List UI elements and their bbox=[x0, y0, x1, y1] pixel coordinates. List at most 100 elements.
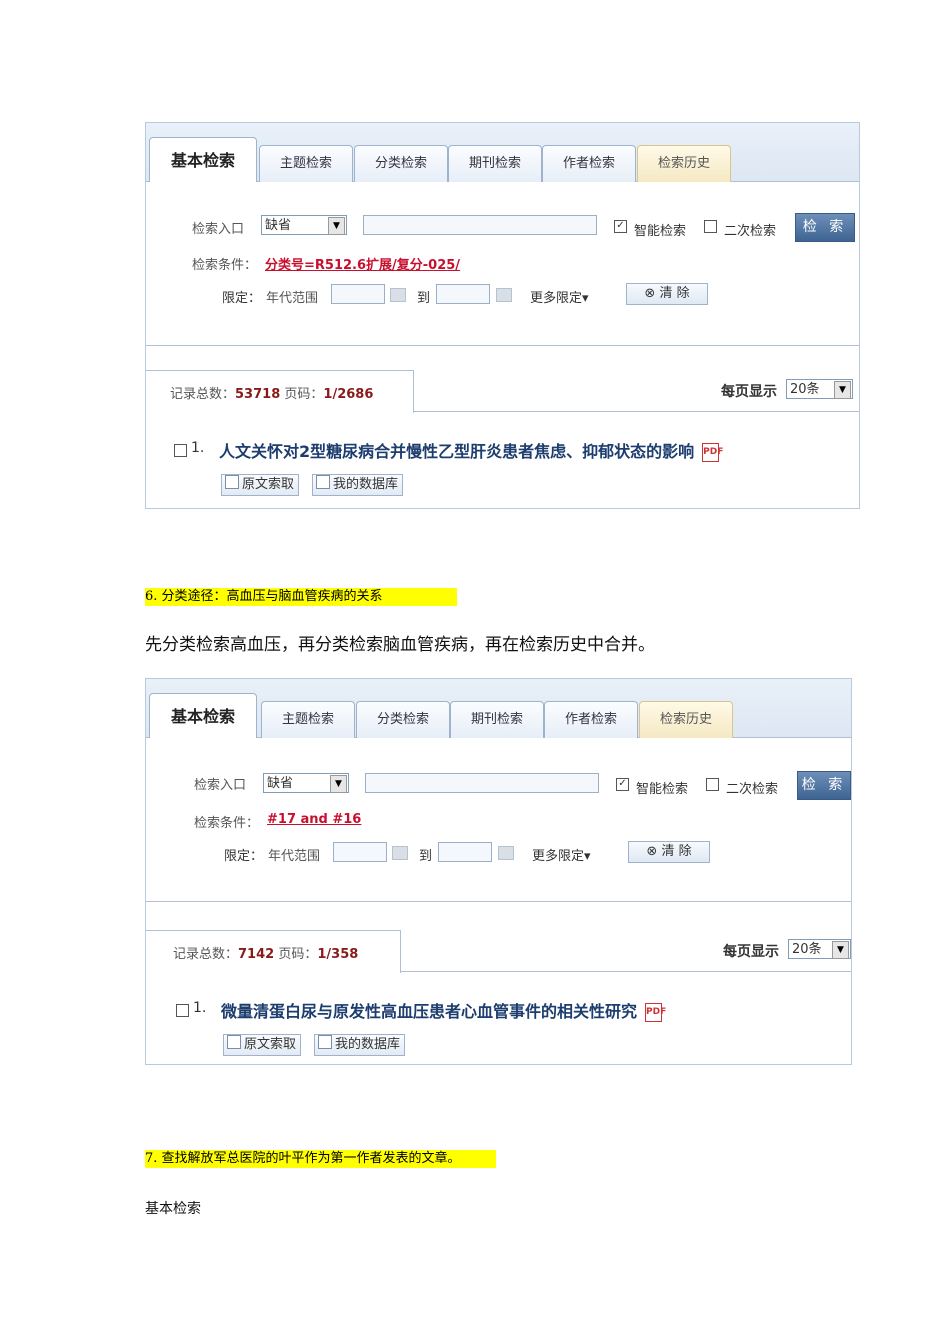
tab-basic-search[interactable]: 基本检索 bbox=[149, 137, 257, 183]
tab-basic-search[interactable]: 基本检索 bbox=[149, 693, 257, 739]
search-input[interactable] bbox=[365, 773, 599, 793]
fulltext-request-button[interactable]: 原文索取 bbox=[223, 1034, 302, 1056]
year-from-input[interactable] bbox=[331, 284, 385, 304]
fulltext-request-label: 原文索取 bbox=[242, 477, 295, 492]
tab-subject-search[interactable]: 主题检索 bbox=[261, 701, 355, 738]
per-page-select[interactable]: 20条 ▼ bbox=[788, 939, 851, 959]
secondary-search-checkbox[interactable] bbox=[704, 220, 717, 233]
tab-search-history[interactable]: 检索历史 bbox=[639, 701, 733, 738]
clear-icon: ⊗ bbox=[646, 844, 658, 859]
calendar-icon[interactable] bbox=[496, 288, 512, 302]
page-value: 1/358 bbox=[317, 947, 359, 962]
condition-label: 检索条件： bbox=[194, 816, 260, 831]
result-title[interactable]: 微量清蛋白尿与原发性高血压患者心血管事件的相关性研究 PDF bbox=[221, 998, 666, 1022]
per-page-value: 20条 bbox=[792, 942, 822, 957]
total-value: 7142 bbox=[238, 947, 275, 962]
to-label: 到 bbox=[417, 291, 431, 306]
tab-classify-search[interactable]: 分类检索 bbox=[356, 701, 450, 738]
secondary-search-label: 二次检索 bbox=[726, 782, 779, 797]
search-form: 检索入口 缺省 ▼ ✓ 智能检索 二次检索 检 索 检索条件： #17 and … bbox=[146, 738, 851, 902]
tab-search-history[interactable]: 检索历史 bbox=[637, 145, 731, 182]
tab-bar: 基本检索 主题检索 分类检索 期刊检索 作者检索 检索历史 bbox=[146, 123, 859, 183]
clear-button-label: 清 除 bbox=[661, 844, 692, 859]
tab-classify-search[interactable]: 分类检索 bbox=[354, 145, 448, 182]
calendar-icon[interactable] bbox=[390, 288, 406, 302]
result-title-text[interactable]: 人文关怀对2型糖尿病合并慢性乙型肝炎患者焦虑、抑郁状态的影响 bbox=[219, 442, 694, 461]
result-checkbox[interactable] bbox=[176, 1004, 189, 1017]
tab-journal-search[interactable]: 期刊检索 bbox=[448, 145, 542, 182]
entry-label: 检索入口 bbox=[194, 778, 247, 793]
clear-icon: ⊗ bbox=[644, 286, 656, 301]
chevron-down-icon: ▼ bbox=[330, 775, 347, 793]
more-limits-link[interactable]: 更多限定▾ bbox=[532, 845, 591, 864]
entry-select-value: 缺省 bbox=[267, 776, 294, 791]
page-label: 页码： bbox=[278, 947, 318, 962]
tab-author-search[interactable]: 作者检索 bbox=[542, 145, 636, 182]
fulltext-request-label: 原文索取 bbox=[244, 1037, 297, 1052]
clear-button[interactable]: ⊗ 清 除 bbox=[626, 283, 708, 305]
entry-select[interactable]: 缺省 ▼ bbox=[261, 215, 347, 235]
clear-button-label: 清 除 bbox=[659, 286, 690, 301]
year-from-input[interactable] bbox=[333, 842, 387, 862]
per-page-select[interactable]: 20条 ▼ bbox=[786, 379, 853, 399]
database-icon bbox=[316, 475, 330, 489]
chevron-down-icon: ▼ bbox=[834, 381, 851, 399]
per-page-label: 每页显示 bbox=[723, 944, 779, 960]
condition-value[interactable]: 分类号=R512.6扩展/复分-025/ bbox=[265, 254, 460, 273]
section-heading-6: 6. 分类途径：高血压与脑血管疾病的关系 bbox=[145, 588, 457, 606]
secondary-search-checkbox[interactable] bbox=[706, 778, 719, 791]
search-button[interactable]: 检 索 bbox=[797, 771, 851, 800]
smart-search-checkbox[interactable]: ✓ bbox=[614, 220, 627, 233]
total-label: 记录总数： bbox=[173, 947, 239, 962]
record-count: 记录总数：7142 页码：1/358 bbox=[173, 943, 358, 962]
database-icon bbox=[318, 1035, 332, 1049]
result-title-text[interactable]: 微量清蛋白尿与原发性高血压患者心血管事件的相关性研究 bbox=[221, 1002, 637, 1021]
chevron-down-icon: ▼ bbox=[328, 217, 345, 235]
condition-label: 检索条件： bbox=[192, 258, 258, 273]
tab-bar: 基本检索 主题检索 分类检索 期刊检索 作者检索 检索历史 bbox=[146, 679, 851, 739]
my-database-button[interactable]: 我的数据库 bbox=[312, 474, 404, 496]
search-panel-2: 基本检索 主题检索 分类检索 期刊检索 作者检索 检索历史 检索入口 缺省 ▼ … bbox=[145, 678, 852, 1065]
search-input[interactable] bbox=[363, 215, 597, 235]
result-checkbox[interactable] bbox=[174, 444, 187, 457]
search-panel-1: 基本检索 主题检索 分类检索 期刊检索 作者检索 检索历史 检索入口 缺省 ▼ … bbox=[145, 122, 860, 509]
my-database-button[interactable]: 我的数据库 bbox=[314, 1034, 406, 1056]
search-button[interactable]: 检 索 bbox=[795, 213, 855, 242]
section-heading-7: 7. 查找解放军总医院的叶平作为第一作者发表的文章。 bbox=[145, 1150, 496, 1168]
document-icon bbox=[225, 475, 239, 489]
calendar-icon[interactable] bbox=[498, 846, 514, 860]
smart-search-label: 智能检索 bbox=[634, 224, 687, 239]
chevron-down-icon: ▼ bbox=[832, 941, 849, 959]
per-page-label: 每页显示 bbox=[721, 384, 777, 400]
year-to-input[interactable] bbox=[436, 284, 490, 304]
year-to-input[interactable] bbox=[438, 842, 492, 862]
result-number: 1. bbox=[191, 440, 205, 456]
to-label: 到 bbox=[419, 849, 433, 864]
search-form: 检索入口 缺省 ▼ ✓ 智能检索 二次检索 检 索 检索条件： 分类号=R512… bbox=[146, 182, 859, 346]
fulltext-request-button[interactable]: 原文索取 bbox=[221, 474, 300, 496]
limit-label: 限定： bbox=[224, 849, 264, 864]
divider bbox=[400, 971, 851, 972]
calendar-icon[interactable] bbox=[392, 846, 408, 860]
more-limits-link[interactable]: 更多限定▾ bbox=[530, 287, 589, 306]
tab-journal-search[interactable]: 期刊检索 bbox=[450, 701, 544, 738]
entry-select[interactable]: 缺省 ▼ bbox=[263, 773, 349, 793]
document-icon bbox=[227, 1035, 241, 1049]
section-paragraph-6: 先分类检索高血压，再分类检索脑血管疾病，再在检索历史中合并。 bbox=[145, 635, 655, 655]
pdf-icon[interactable]: PDF bbox=[702, 443, 723, 462]
pdf-icon[interactable]: PDF bbox=[645, 1003, 666, 1022]
page-value: 1/2686 bbox=[323, 387, 374, 402]
smart-search-checkbox[interactable]: ✓ bbox=[616, 778, 629, 791]
result-title[interactable]: 人文关怀对2型糖尿病合并慢性乙型肝炎患者焦虑、抑郁状态的影响 PDF bbox=[219, 438, 723, 462]
clear-button[interactable]: ⊗ 清 除 bbox=[628, 841, 710, 863]
tab-author-search[interactable]: 作者检索 bbox=[544, 701, 638, 738]
section-paragraph-7: 基本检索 bbox=[145, 1201, 201, 1217]
per-page-value: 20条 bbox=[790, 382, 820, 397]
total-value: 53718 bbox=[235, 387, 281, 402]
record-count: 记录总数：53718 页码：1/2686 bbox=[170, 383, 373, 402]
total-label: 记录总数： bbox=[170, 387, 236, 402]
entry-select-value: 缺省 bbox=[265, 218, 292, 233]
condition-value[interactable]: #17 and #16 bbox=[267, 812, 361, 827]
my-database-label: 我的数据库 bbox=[333, 477, 399, 492]
tab-subject-search[interactable]: 主题检索 bbox=[259, 145, 353, 182]
